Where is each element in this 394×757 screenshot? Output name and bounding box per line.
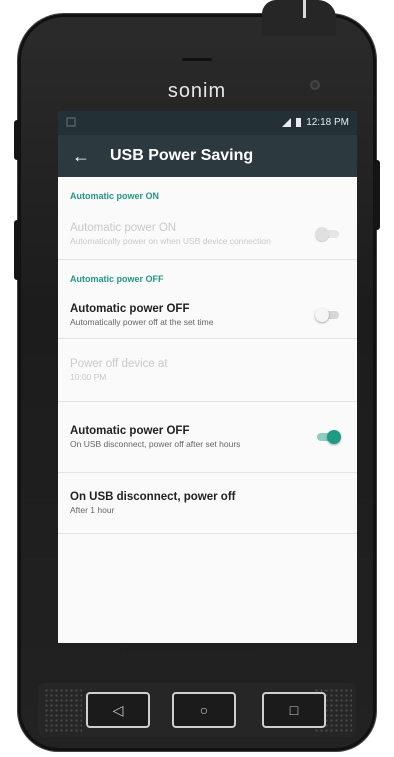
signal-icon bbox=[282, 118, 292, 127]
status-time: 12:18 PM bbox=[306, 117, 349, 128]
arrow-left-icon[interactable]: ← bbox=[72, 147, 90, 165]
toggle-switch-power-off-usb[interactable] bbox=[315, 430, 341, 444]
toggle-switch-power-on[interactable] bbox=[315, 227, 341, 241]
pref-title: Power off device at bbox=[70, 357, 168, 370]
pref-title: On USB disconnect, power off bbox=[70, 490, 236, 503]
side-button-left-2[interactable] bbox=[14, 220, 20, 280]
side-button-left-1[interactable] bbox=[14, 120, 20, 160]
page-title: USB Power Saving bbox=[110, 147, 254, 164]
front-camera bbox=[310, 80, 320, 90]
screen: 12:18 PM ← USB Power Saving Automatic po… bbox=[58, 111, 357, 643]
earpiece-speaker bbox=[182, 58, 212, 61]
pref-summary: 10:00 PM bbox=[70, 371, 107, 382]
pref-power-off-device-at[interactable]: Power off device at 10:00 PM bbox=[58, 339, 357, 402]
pref-title: Automatic power ON bbox=[70, 221, 177, 234]
pref-title: Automatic power OFF bbox=[70, 424, 190, 437]
section-header-power-off: Automatic power OFF bbox=[70, 274, 164, 284]
pref-summary: Automatically power off at the set time bbox=[70, 316, 214, 327]
back-button[interactable]: ◁ bbox=[86, 692, 150, 728]
pref-summary: On USB disconnect, power off after set h… bbox=[70, 438, 241, 449]
app-bar: ← USB Power Saving bbox=[58, 135, 357, 177]
antenna-tip bbox=[303, 0, 306, 18]
pref-automatic-power-off-usb[interactable]: Automatic power OFF On USB disconnect, p… bbox=[58, 402, 357, 473]
status-bar: 12:18 PM bbox=[58, 111, 357, 135]
pref-usb-disconnect-power-off[interactable]: On USB disconnect, power off After 1 hou… bbox=[58, 473, 357, 534]
pref-automatic-power-on[interactable]: Automatic power ON Automatically power o… bbox=[58, 209, 357, 260]
back-triangle-icon: ◁ bbox=[112, 701, 124, 718]
recents-square-icon: □ bbox=[289, 702, 299, 718]
pref-title: Automatic power OFF bbox=[70, 302, 190, 315]
pref-summary: After 1 hour bbox=[70, 504, 115, 515]
home-circle-icon: ○ bbox=[199, 702, 209, 718]
battery-icon bbox=[296, 118, 302, 127]
section-header-power-on: Automatic power ON bbox=[70, 191, 160, 201]
home-button[interactable]: ○ bbox=[172, 692, 236, 728]
antenna bbox=[262, 0, 336, 36]
pref-summary: Automatically power on when USB device c… bbox=[70, 235, 271, 246]
pref-automatic-power-off-time[interactable]: Automatic power OFF Automatically power … bbox=[58, 292, 357, 339]
notification-icon bbox=[66, 117, 76, 127]
recents-button[interactable]: □ bbox=[262, 692, 326, 728]
toggle-switch-power-off-time[interactable] bbox=[315, 308, 341, 322]
speaker-grill-left bbox=[44, 688, 82, 732]
brand-logo: sonim bbox=[167, 80, 227, 102]
side-button-right[interactable] bbox=[374, 160, 380, 230]
